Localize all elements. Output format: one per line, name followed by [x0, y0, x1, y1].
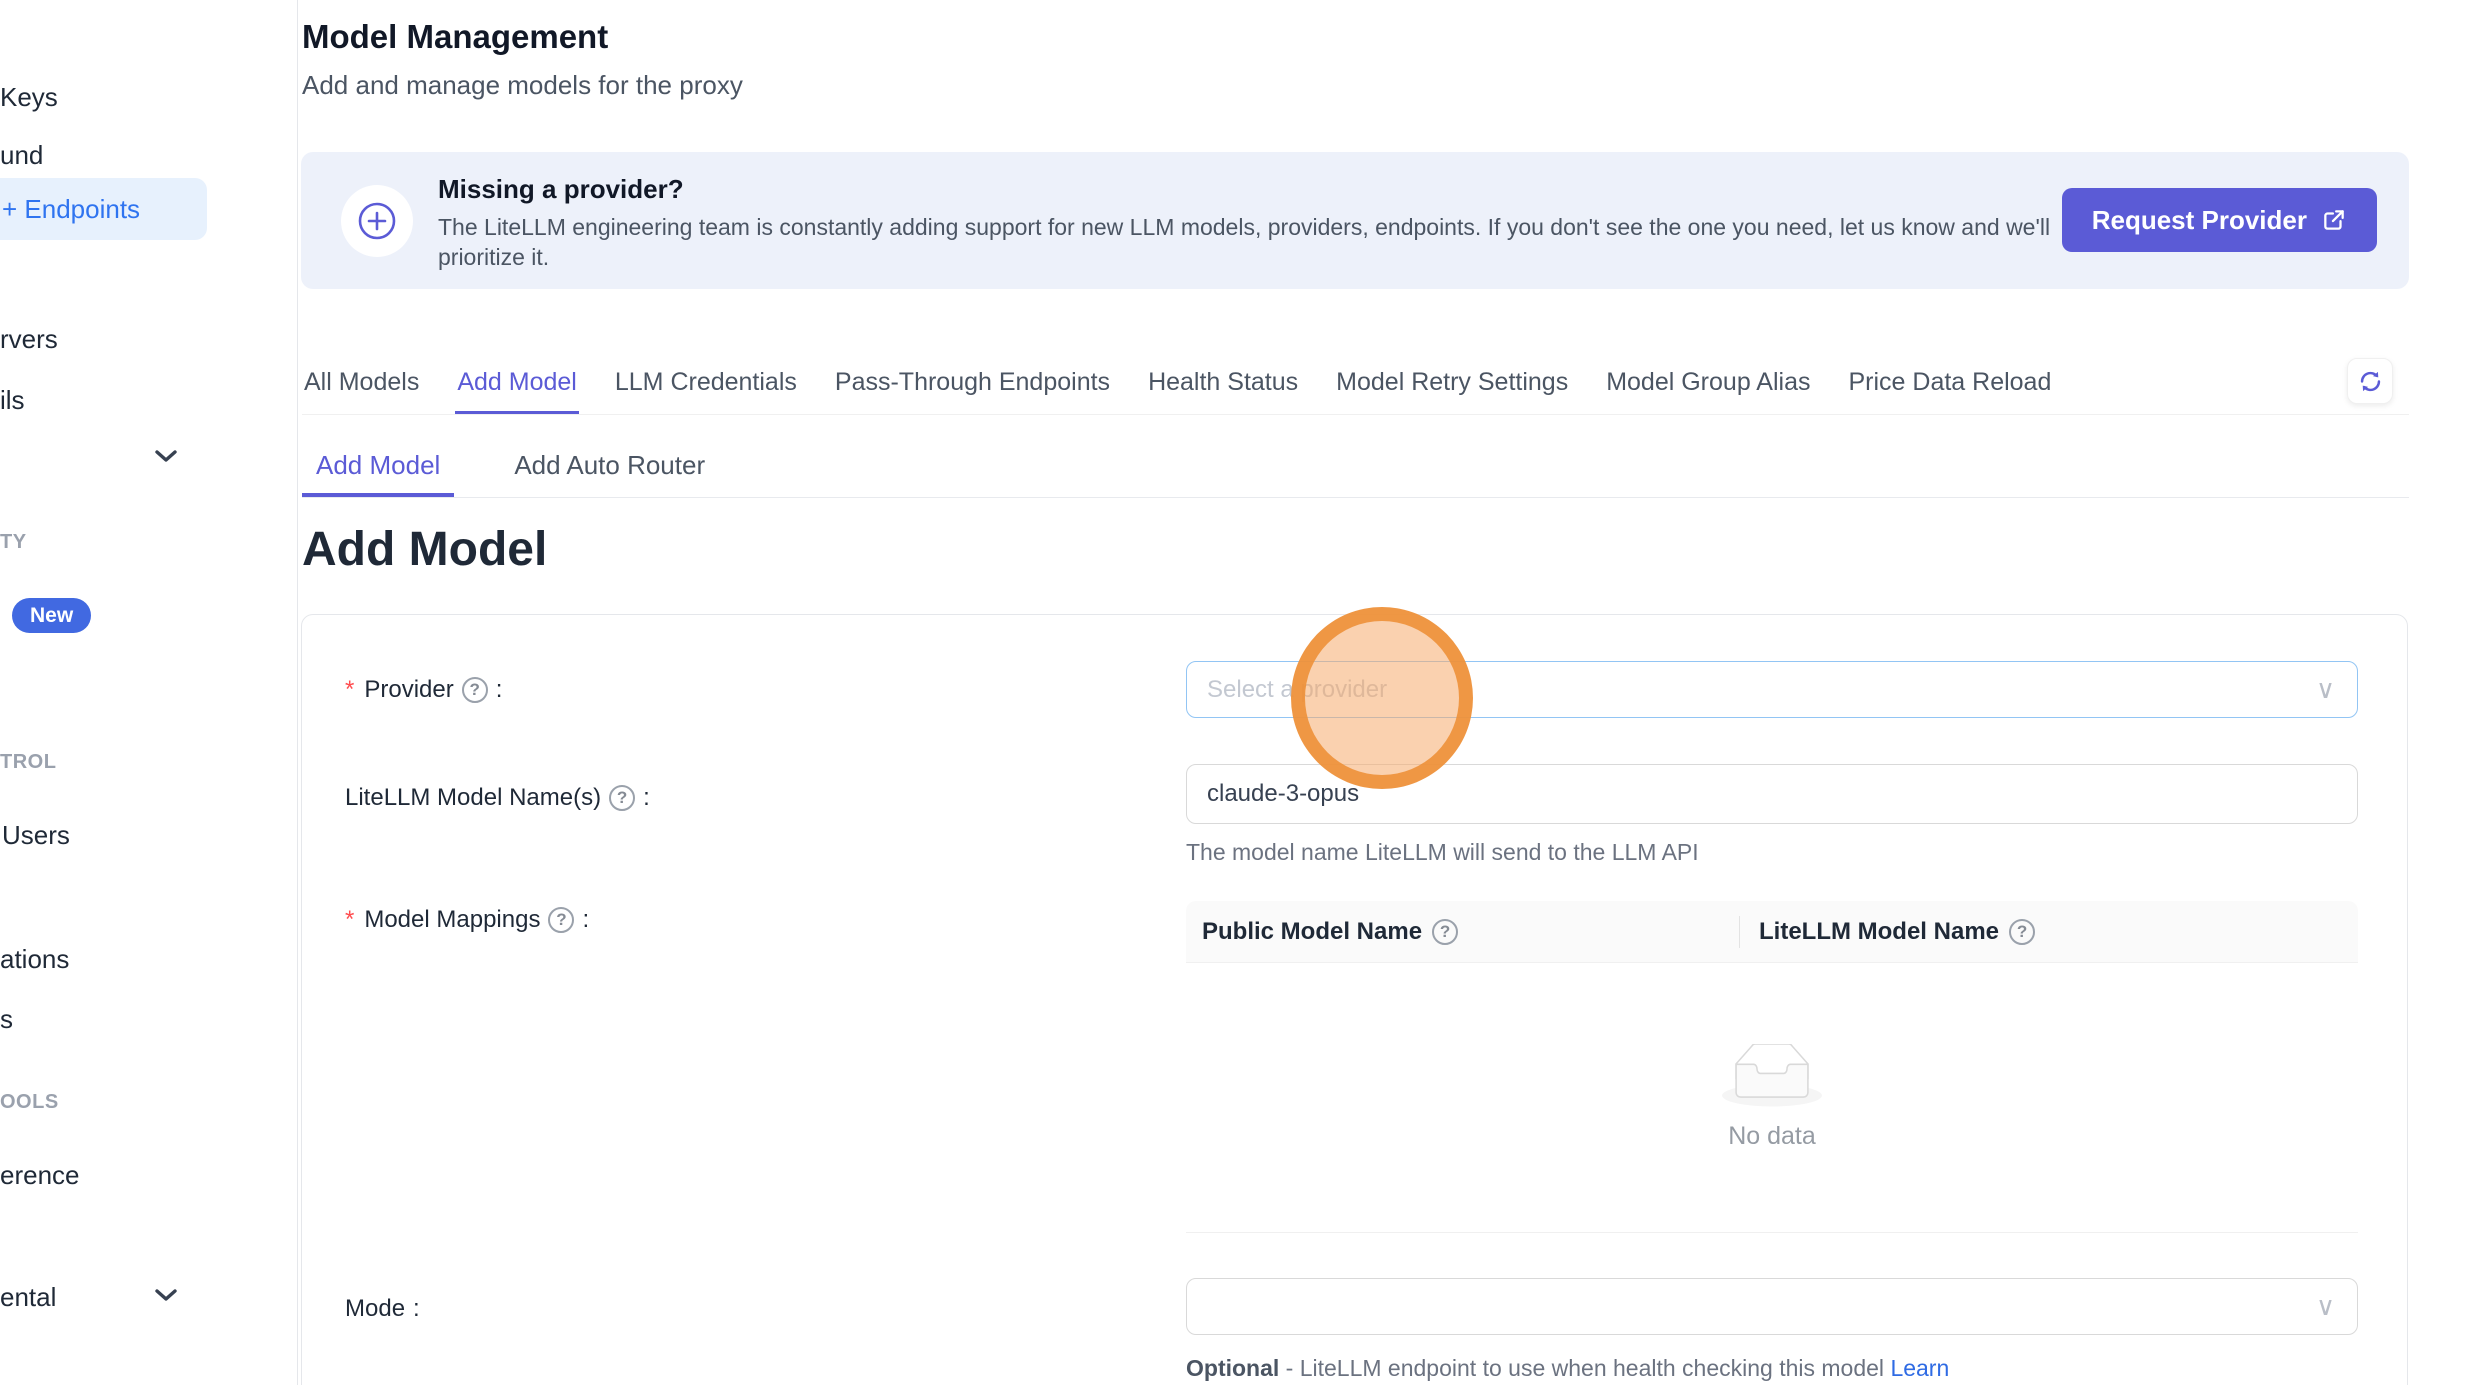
- help-icon[interactable]: ?: [609, 785, 635, 811]
- chevron-down-icon[interactable]: [155, 450, 177, 463]
- tab-add-model[interactable]: Add Model: [455, 362, 579, 414]
- public-model-name-header: Public Model Name ?: [1186, 918, 1739, 946]
- external-link-icon: [2321, 207, 2347, 233]
- label-colon: :: [496, 676, 503, 704]
- new-badge: New: [12, 598, 91, 633]
- banner-title: Missing a provider?: [438, 174, 684, 205]
- refresh-button[interactable]: [2347, 358, 2393, 404]
- sidebar-item-erence[interactable]: erence: [0, 1160, 80, 1191]
- sidebar-item-s[interactable]: s: [0, 1004, 13, 1035]
- mode-label: Mode :: [345, 1295, 420, 1323]
- model-tabs: All Models Add Model LLM Credentials Pas…: [302, 362, 2409, 415]
- subtab-add-model[interactable]: Add Model: [302, 446, 454, 497]
- sidebar-section-trol: TROL: [0, 751, 56, 774]
- sidebar-item-label: + Endpoints: [2, 194, 140, 225]
- model-name-label: LiteLLM Model Name(s) ? :: [345, 784, 650, 812]
- plus-circle-icon: [341, 185, 413, 257]
- provider-select[interactable]: Select a provider ∨: [1186, 661, 2358, 718]
- model-mappings-label-text: Model Mappings: [364, 906, 540, 934]
- mode-helper-text: - LiteLLM endpoint to use when health ch…: [1279, 1355, 1890, 1381]
- sidebar-item-ils[interactable]: ils: [0, 385, 25, 416]
- tab-llm-credentials[interactable]: LLM Credentials: [613, 362, 799, 414]
- add-model-form-card: * Provider ? : Select a provider ∨ LiteL…: [301, 614, 2408, 1385]
- column-divider: [1739, 916, 1740, 948]
- sidebar-item-und[interactable]: und: [0, 140, 43, 171]
- help-icon[interactable]: ?: [2009, 919, 2035, 945]
- chevron-down-icon: ∨: [2316, 1291, 2335, 1322]
- model-mappings-table: Public Model Name ? LiteLLM Model Name ?: [1186, 901, 2358, 1233]
- tab-model-retry-settings[interactable]: Model Retry Settings: [1334, 362, 1570, 414]
- provider-label-text: Provider: [364, 676, 453, 704]
- tab-health-status[interactable]: Health Status: [1146, 362, 1300, 414]
- page-title: Model Management: [302, 18, 608, 56]
- required-asterisk: *: [345, 906, 354, 934]
- sidebar-item-ental[interactable]: ental: [0, 1282, 56, 1313]
- sidebar-item-models-endpoints[interactable]: + Endpoints: [0, 178, 207, 240]
- no-data-text: No data: [1728, 1122, 1816, 1151]
- mode-select[interactable]: ∨: [1186, 1278, 2358, 1335]
- learn-link[interactable]: Learn: [1890, 1355, 1949, 1381]
- tab-price-data-reload[interactable]: Price Data Reload: [1846, 362, 2053, 414]
- mappings-table-header: Public Model Name ? LiteLLM Model Name ?: [1186, 901, 2358, 963]
- sidebar-item-users[interactable]: Users: [2, 820, 70, 851]
- model-management-page: Keys und + Endpoints rvers ils TY New TR…: [0, 0, 2477, 1385]
- header-text: LiteLLM Model Name: [1759, 918, 1999, 946]
- mode-helper: Optional - LiteLLM endpoint to use when …: [1186, 1355, 2358, 1382]
- add-model-subtabs: Add Model Add Auto Router: [302, 446, 2409, 498]
- mappings-empty-state: No data: [1186, 963, 2358, 1233]
- banner-body: The LiteLLM engineering team is constant…: [438, 212, 2068, 272]
- sidebar-item-ations[interactable]: ations: [0, 944, 69, 975]
- chevron-down-icon[interactable]: [155, 1289, 177, 1302]
- help-icon[interactable]: ?: [548, 907, 574, 933]
- sidebar: Keys und + Endpoints rvers ils TY New TR…: [0, 0, 298, 1385]
- refresh-icon: [2357, 368, 2384, 395]
- provider-select-placeholder: Select a provider: [1207, 676, 1387, 704]
- header-text: Public Model Name: [1202, 918, 1422, 946]
- label-colon: :: [413, 1295, 420, 1323]
- sidebar-section-ools: OOLS: [0, 1091, 59, 1114]
- model-mappings-label: * Model Mappings ? :: [345, 906, 589, 934]
- chevron-down-icon: ∨: [2316, 674, 2335, 705]
- sidebar-item-keys[interactable]: Keys: [0, 82, 58, 113]
- request-provider-button[interactable]: Request Provider: [2062, 188, 2377, 252]
- help-icon[interactable]: ?: [1432, 919, 1458, 945]
- empty-inbox-icon: [1722, 1044, 1822, 1108]
- add-model-heading: Add Model: [302, 522, 547, 577]
- subtab-add-auto-router[interactable]: Add Auto Router: [500, 446, 719, 497]
- tab-model-group-alias[interactable]: Model Group Alias: [1604, 362, 1812, 414]
- model-name-input[interactable]: [1186, 764, 2358, 824]
- tab-pass-through-endpoints[interactable]: Pass-Through Endpoints: [833, 362, 1112, 414]
- request-provider-label: Request Provider: [2092, 205, 2307, 236]
- tab-all-models[interactable]: All Models: [302, 362, 421, 414]
- mode-helper-bold: Optional: [1186, 1355, 1279, 1381]
- required-asterisk: *: [345, 676, 354, 704]
- model-name-label-text: LiteLLM Model Name(s): [345, 784, 601, 812]
- missing-provider-banner: Missing a provider? The LiteLLM engineer…: [301, 152, 2409, 289]
- help-icon[interactable]: ?: [462, 677, 488, 703]
- sidebar-item-servers[interactable]: rvers: [0, 324, 58, 355]
- page-subtitle: Add and manage models for the proxy: [302, 70, 743, 101]
- model-name-helper: The model name LiteLLM will send to the …: [1186, 839, 2358, 866]
- sidebar-section-ty: TY: [0, 531, 27, 554]
- label-colon: :: [582, 906, 589, 934]
- litellm-model-name-header: LiteLLM Model Name ?: [1739, 918, 2035, 946]
- mode-label-text: Mode: [345, 1295, 405, 1323]
- label-colon: :: [643, 784, 650, 812]
- provider-label: * Provider ? :: [345, 676, 502, 704]
